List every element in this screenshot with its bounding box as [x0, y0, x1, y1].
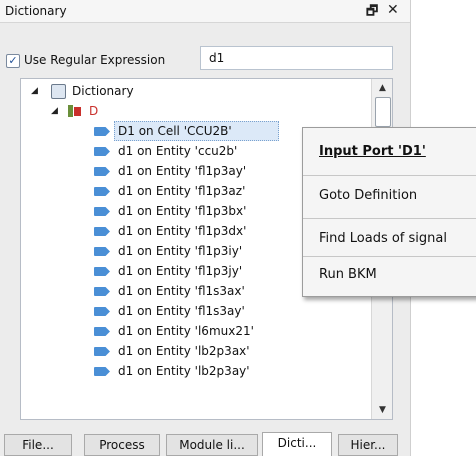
menu-item-run-bkm[interactable]: Run BKM	[319, 267, 377, 282]
tree-leaf-row[interactable]: d1 on Entity 'l6mux21'	[21, 321, 371, 341]
tab-file[interactable]: File...	[4, 434, 72, 456]
signal-bus-icon	[74, 107, 81, 116]
context-menu: Input Port 'D1' Goto Definition Find Loa…	[302, 127, 476, 297]
tree-leaf-label: d1 on Entity 'lb2p3ay'	[118, 364, 250, 378]
port-arrow-icon	[94, 227, 110, 236]
menu-separator	[303, 218, 476, 219]
menu-separator	[303, 175, 476, 176]
tree-leaf-label: d1 on Entity 'lb2p3ax'	[118, 344, 250, 358]
tree-leaf-label: d1 on Entity 'fl1p3az'	[118, 184, 246, 198]
tree-leaf-label: d1 on Entity 'fl1p3bx'	[118, 204, 247, 218]
port-arrow-icon	[94, 207, 110, 216]
expand-arrow-icon[interactable]: ◢	[51, 101, 58, 121]
menu-separator	[303, 256, 476, 257]
scroll-up-arrow-icon[interactable]: ▲	[372, 79, 392, 97]
dictionary-chip-icon	[51, 84, 66, 99]
bottom-tab-bar: File... Process Module li... Dicti... Hi…	[0, 430, 410, 456]
port-arrow-icon	[94, 267, 110, 276]
tree-leaf-label: d1 on Entity 'l6mux21'	[118, 324, 254, 338]
tree-leaf-label: d1 on Entity 'ccu2b'	[118, 144, 238, 158]
port-arrow-icon	[94, 247, 110, 256]
port-arrow-icon	[94, 367, 110, 376]
tree-leaf-row[interactable]: d1 on Entity 'fl1s3ay'	[21, 301, 371, 321]
tree-leaf-row[interactable]: d1 on Entity 'lb2p3ax'	[21, 341, 371, 361]
port-arrow-icon	[94, 347, 110, 356]
port-arrow-icon	[94, 287, 110, 296]
scroll-down-arrow-icon[interactable]: ▼	[372, 401, 392, 419]
menu-item-input-port[interactable]: Input Port 'D1'	[319, 144, 426, 159]
panel-title: Dictionary	[5, 4, 67, 18]
port-arrow-icon	[94, 187, 110, 196]
tree-leaf-label: D1 on Cell 'CCU2B'	[118, 124, 232, 138]
tree-leaf-label: d1 on Entity 'fl1s3ay'	[118, 304, 245, 318]
tree-leaf-label: d1 on Entity 'fl1s3ax'	[118, 284, 245, 298]
tree-leaf-label: d1 on Entity 'fl1p3iy'	[118, 244, 243, 258]
tree-leaf-label: d1 on Entity 'fl1p3dx'	[118, 224, 247, 238]
tab-process[interactable]: Process	[84, 434, 160, 456]
tab-hierarchy[interactable]: Hier...	[338, 434, 398, 456]
port-arrow-icon	[94, 307, 110, 316]
tree-node-row[interactable]: ◢ D	[21, 101, 371, 121]
close-icon[interactable]: ✕	[387, 2, 399, 18]
menu-item-goto-definition[interactable]: Goto Definition	[319, 188, 417, 203]
float-window-icon[interactable]: 🗗	[366, 2, 378, 24]
use-regex-checkbox[interactable]: ✓	[6, 54, 20, 68]
use-regex-label: Use Regular Expression	[24, 53, 166, 67]
scroll-thumb[interactable]	[375, 97, 391, 127]
tree-node-label: D	[89, 104, 99, 118]
tree-leaf-row[interactable]: d1 on Entity 'lb2p3ay'	[21, 361, 371, 381]
tree-root-row[interactable]: ◢ Dictionary	[21, 81, 371, 101]
port-arrow-icon	[94, 167, 110, 176]
tree-leaf-label: d1 on Entity 'fl1p3ay'	[118, 164, 247, 178]
tree-root-label: Dictionary	[72, 84, 134, 98]
port-arrow-icon	[94, 127, 110, 136]
signal-bus-icon	[68, 105, 73, 117]
tab-module-list[interactable]: Module li...	[166, 434, 258, 456]
port-arrow-icon	[94, 147, 110, 156]
tab-dictionary[interactable]: Dicti...	[262, 432, 332, 456]
port-arrow-icon	[94, 327, 110, 336]
menu-item-find-loads[interactable]: Find Loads of signal	[319, 231, 447, 246]
tree-leaf-label: d1 on Entity 'fl1p3jy'	[118, 264, 243, 278]
panel-titlebar: Dictionary 🗗 ✕	[0, 0, 410, 23]
expand-arrow-icon[interactable]: ◢	[31, 81, 38, 101]
regex-search-input[interactable]	[200, 46, 393, 70]
